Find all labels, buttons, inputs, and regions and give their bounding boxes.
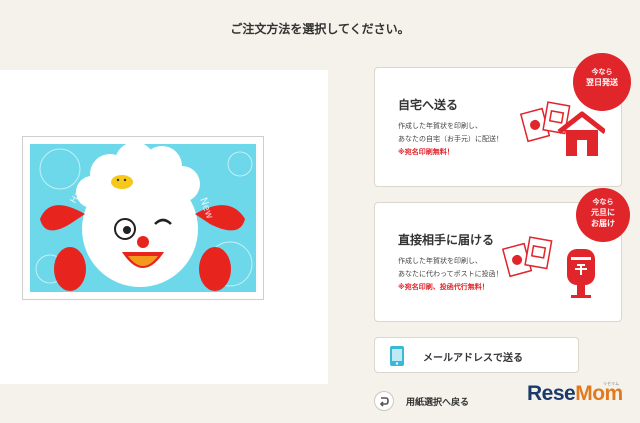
send-by-email-label: メールアドレスで送る <box>423 353 523 364</box>
smartphone-icon <box>390 346 404 366</box>
option-title: 自宅へ送る <box>398 98 459 112</box>
mailbox-icon <box>501 236 595 298</box>
logo-text-a: Rese <box>527 382 576 405</box>
option-description: 作成した年賀状を印刷し、 あなたの自宅（お手元）に配送！ ※宛名印刷無料！ <box>398 120 503 159</box>
option-description: 作成した年賀状を印刷し、 あなたに代わってポストに投函！ ※宛名印刷、投函代行無… <box>398 255 503 294</box>
card-preview-panel: New Happy <box>0 70 328 384</box>
badge-small-text: 今なら <box>591 68 613 76</box>
new-years-day-badge: 今なら 元旦に お届け <box>576 188 630 242</box>
logo-ruby: リセマム <box>603 381 619 386</box>
option-note: ※宛名印刷、投函代行無料！ <box>398 283 489 291</box>
new-year-card-preview: New Happy <box>22 136 264 300</box>
next-day-badge: 今なら 翌日発送 <box>573 53 631 111</box>
desc-line: 作成した年賀状を印刷し、 <box>398 257 482 265</box>
send-by-email-button[interactable]: メールアドレスで送る <box>374 337 579 373</box>
sheep-illustration: New Happy <box>35 144 253 291</box>
back-link-label: 用紙選択へ戻る <box>406 398 470 408</box>
desc-line: あなたに代わってポストに投函！ <box>398 270 503 278</box>
page-title: ご注文方法を選択してください。 <box>230 22 410 36</box>
badge-small-text: 今なら <box>592 198 614 206</box>
back-arrow-icon <box>374 391 394 411</box>
desc-line: 作成した年賀状を印刷し、 <box>398 122 482 130</box>
badge-big-text: 翌日発送 <box>586 78 618 87</box>
option-note: ※宛名印刷無料！ <box>398 148 454 156</box>
option-title: 直接相手に届ける <box>398 233 495 247</box>
desc-line: あなたの自宅（お手元）に配送！ <box>398 135 503 143</box>
card-illustration: New Happy <box>30 144 256 292</box>
badge-big-text: お届け <box>591 219 615 228</box>
badge-big-text: 元旦に <box>591 208 615 217</box>
